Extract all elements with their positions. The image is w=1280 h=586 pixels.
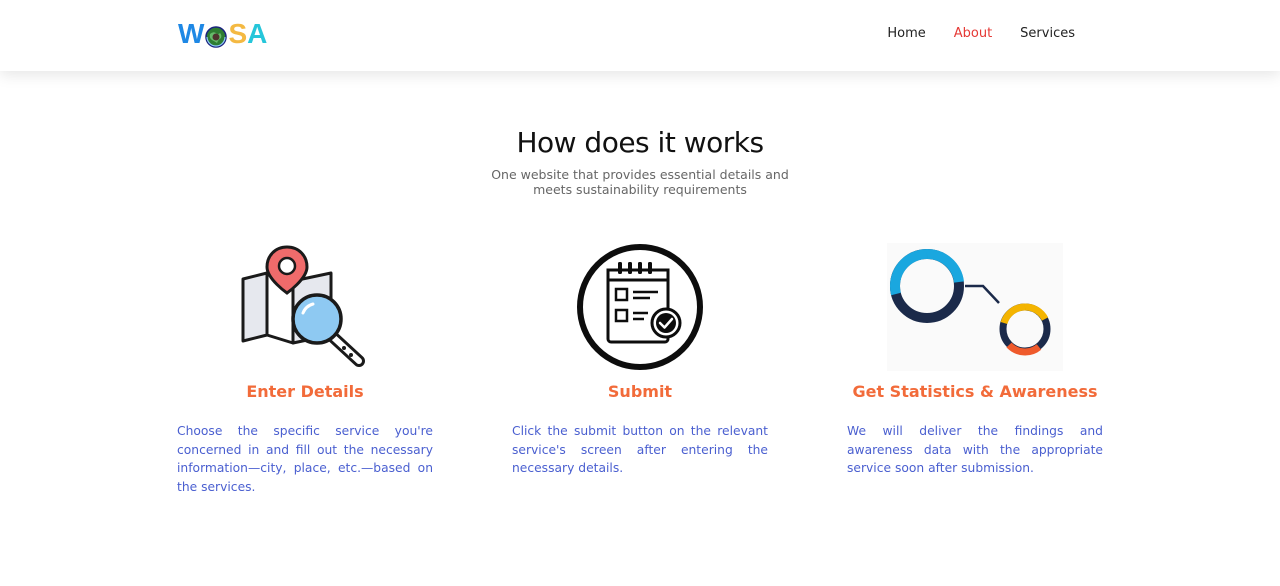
main-nav: Home About Services [873, 24, 1089, 44]
nav-home[interactable]: Home [873, 24, 939, 44]
checklist-icon [512, 243, 768, 371]
site-header: W SA Home About Services [0, 0, 1280, 71]
wosa-logo[interactable]: W SA [178, 18, 267, 50]
card-title: Get Statistics & Awareness [852, 382, 1098, 401]
step-card-enter-details: Enter Details Choose the specific servic… [177, 243, 433, 494]
nav-services[interactable]: Services [1006, 24, 1089, 44]
logo-letters-sa: SA [228, 18, 268, 49]
section-title: How does it works [516, 126, 764, 159]
card-title: Enter Details [246, 382, 364, 401]
logo-letter-w: W [178, 18, 205, 49]
map-search-icon [177, 243, 433, 371]
card-description: Click the submit button on the relevant … [512, 424, 768, 476]
card-description: Choose the specific service you're conce… [177, 424, 433, 494]
section-subtitle: One website that provides essential deta… [491, 167, 789, 197]
card-description: We will deliver the findings and awarene… [847, 424, 1103, 476]
nav-about[interactable]: About [940, 24, 1006, 44]
globe-icon [205, 23, 228, 48]
page: W SA Home About Services How does it wor… [0, 0, 1280, 586]
step-card-submit: Submit Click the submit button on the re… [512, 243, 768, 475]
step-card-statistics: Get Statistics & Awareness We will deliv… [847, 243, 1103, 475]
statistics-rings-icon [847, 243, 1103, 371]
card-title: Submit [607, 382, 673, 401]
